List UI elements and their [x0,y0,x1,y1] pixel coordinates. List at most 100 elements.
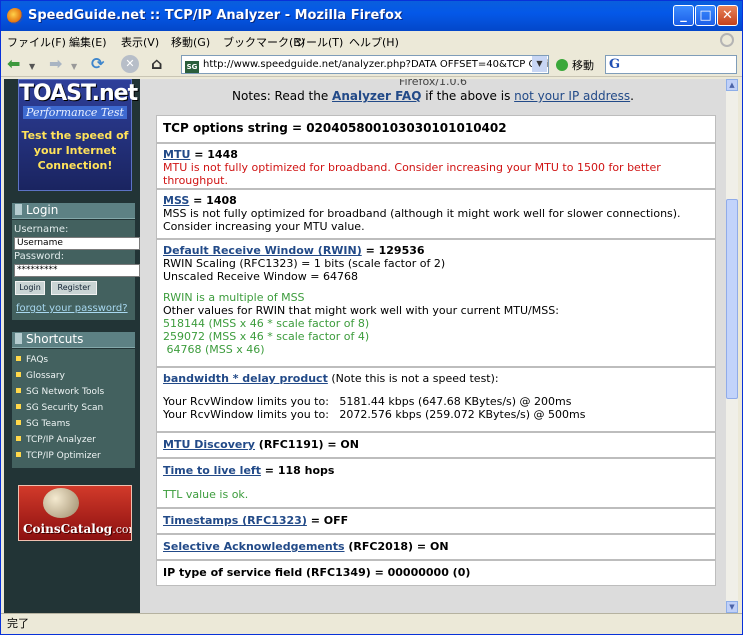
not-your-ip-link[interactable]: not your IP address [514,89,630,103]
rwin-value: = 129536 [361,244,425,257]
forgot-password-link[interactable]: forgot your password? [16,303,128,314]
bdp-link[interactable]: bandwidth * delay product [163,372,328,385]
ttl-link[interactable]: Time to live left [163,464,261,477]
forward-dropdown-icon[interactable]: ▼ [71,58,77,76]
back-dropdown-icon[interactable]: ▼ [29,58,35,76]
forward-arrow-icon[interactable]: ➡ [49,55,62,73]
timestamps-link[interactable]: Timestamps (RFC1323) [163,514,307,527]
search-box[interactable]: G [605,55,737,74]
bdp-note: (Note this is not a speed test): [327,372,499,385]
coins-brand: CoinsCatalog [23,522,113,536]
back-arrow-icon[interactable]: ⬅ [7,55,20,73]
mtu-discovery-value: (RFC1191) = ON [254,438,359,451]
tcp-options-string: TCP options string = 0204058001030301010… [163,121,507,135]
sack-link[interactable]: Selective Acknowledgements [163,540,345,553]
tcp-options-row: TCP options string = 0204058001030301010… [156,115,716,143]
coins-catalog-ad[interactable]: CoinsCatalog.com [18,485,132,541]
throbber-icon [720,33,734,47]
shortcut-label: SG Network Tools [26,387,105,397]
shortcut-label: SG Security Scan [26,403,104,413]
toast-msg-1: Test the speed of [21,129,129,142]
bdp-line-2: Your RcvWindow limits you to: 2072.576 k… [163,408,586,421]
timestamps-row: Timestamps (RFC1323) = OFF [156,508,716,534]
main-content: Firefox/1.0.6 Notes: Read the Analyzer F… [140,79,726,613]
rwin-multiple: RWIN is a multiple of MSS [163,291,305,304]
page-viewport: TOAST.net Performance Test Test the spee… [4,79,738,613]
toast-sub: Performance Test [23,106,127,119]
scroll-up-icon[interactable]: ▲ [726,79,738,91]
rwin-alt-1: 518144 (MSS x 46 * scale factor of 8) [163,317,370,330]
mtu-row: MTU = 1448 MTU is not fully optimized fo… [156,143,716,189]
username-label: Username: [14,224,69,235]
firefox-icon [7,8,23,24]
mtu-link[interactable]: MTU [163,148,190,161]
bullet-icon [15,204,22,215]
notes-end: . [630,89,634,103]
toast-msg-2: your Internet [33,144,117,157]
mtu-value: = 1448 [190,148,238,161]
shortcut-tcpip-optimizer[interactable]: TCP/IP Optimizer [16,451,101,461]
address-bar[interactable]: SG http://www.speedguide.net/analyzer.php… [181,55,549,74]
notes-area: Firefox/1.0.6 Notes: Read the Analyzer F… [140,79,726,103]
menu-help[interactable]: ヘルプ(H) [349,34,399,50]
menu-edit[interactable]: 編集(E) [69,34,107,50]
mss-link[interactable]: MSS [163,194,189,207]
title-bar[interactable]: SpeedGuide.net :: TCP/IP Analyzer - Mozi… [1,1,742,31]
bdp-row: bandwidth * delay product (Note this is … [156,367,716,432]
go-button[interactable]: 移動 [556,57,594,73]
maximize-button[interactable]: □ [695,5,716,26]
scroll-down-icon[interactable]: ▼ [726,601,738,613]
register-button[interactable]: Register [51,281,97,295]
ttl-value: = 118 hops [260,464,335,477]
tos-row: IP type of service field (RFC1349) = 000… [156,560,716,586]
shortcut-label: FAQs [26,355,49,365]
rwin-link[interactable]: Default Receive Window (RWIN) [163,244,362,257]
username-input[interactable]: Username [14,237,140,250]
timestamps-value: = OFF [306,514,349,527]
menu-go[interactable]: 移動(G) [171,34,210,50]
login-button[interactable]: Login [15,281,45,295]
status-text: 完了 [7,617,29,630]
analyzer-faq-link[interactable]: Analyzer FAQ [332,89,421,103]
reload-icon[interactable]: ⟳ [91,55,104,73]
menu-view[interactable]: 表示(V) [121,34,159,50]
home-icon[interactable]: ⌂ [151,55,162,73]
url-dropdown-icon[interactable]: ▼ [532,56,547,72]
ttl-row: Time to live left = 118 hops TTL value i… [156,458,716,508]
shortcut-security-scan[interactable]: SG Security Scan [16,403,103,413]
bdp-line-1: Your RcvWindow limits you to: 5181.44 kb… [163,395,572,408]
mss-row: MSS = 1408 MSS is not fully optimized fo… [156,189,716,239]
login-box: Username: Username Password: ********* L… [12,220,140,320]
bullet-icon [16,436,21,441]
mss-value: = 1408 [189,194,237,207]
toast-ad-banner[interactable]: TOAST.net Performance Test Test the spee… [18,79,138,191]
site-favicon-icon: SG [185,61,199,73]
scroll-thumb[interactable] [726,199,738,399]
notes-mid: if the above is [421,89,515,103]
bullet-icon [16,452,21,457]
stop-icon[interactable]: ✕ [121,55,139,73]
menu-bookmarks[interactable]: ブックマーク(B) [223,34,305,50]
ttl-ok: TTL value is ok. [163,488,249,501]
shortcut-label: SG Teams [26,419,71,429]
shortcut-glossary[interactable]: Glossary [16,371,65,381]
mtu-warning-2: throughput. [163,174,228,187]
mtu-discovery-link[interactable]: MTU Discovery [163,438,255,451]
tos-value: IP type of service field (RFC1349) = 000… [163,566,471,579]
shortcut-network-tools[interactable]: SG Network Tools [16,387,104,397]
menu-file[interactable]: ファイル(F) [7,34,66,50]
sidebar: TOAST.net Performance Test Test the spee… [4,79,140,613]
mtu-warning-1: MTU is not fully optimized for broadband… [163,161,661,174]
shortcut-tcpip-analyzer[interactable]: TCP/IP Analyzer [16,435,96,445]
password-input[interactable]: ********* [14,264,140,277]
menu-bar: ファイル(F) 編集(E) 表示(V) 移動(G) ブックマーク(B) ツール(… [1,31,742,51]
bullet-icon [16,388,21,393]
shortcut-faqs[interactable]: FAQs [16,355,48,365]
user-agent-cutoff: Firefox/1.0.6 [398,79,468,88]
shortcut-teams[interactable]: SG Teams [16,419,70,429]
menu-tools[interactable]: ツール(T) [295,34,343,50]
close-button[interactable]: ✕ [717,5,738,26]
mss-line-2: Consider increasing your MTU value. [163,220,365,233]
vertical-scrollbar[interactable]: ▲ ▼ [726,79,738,613]
minimize-button[interactable]: _ [673,5,694,26]
